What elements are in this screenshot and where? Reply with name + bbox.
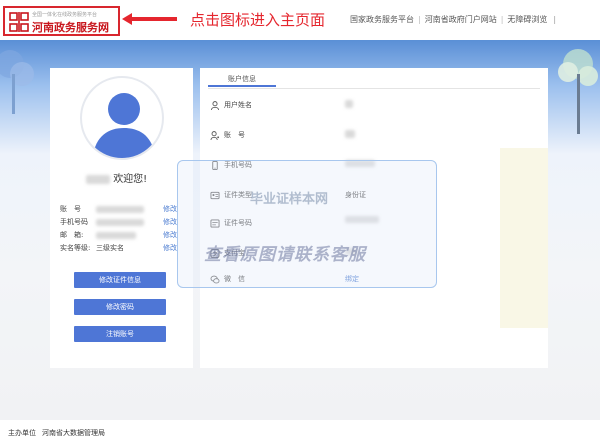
site-logo[interactable]: 全国一体化在线政务服务平台 河南政务服务网 — [3, 6, 120, 36]
info-row-account: 账 号 — [60, 204, 144, 214]
logo-subtitle: 全国一体化在线政务服务平台 — [32, 12, 98, 18]
edit-id-info-button[interactable]: 修改证件信息 — [74, 272, 166, 288]
top-header: 全国一体化在线政务服务平台 河南政务服务网 点击图标进入主页面 国家政务服务平台… — [0, 0, 600, 40]
avatar — [80, 76, 164, 160]
info-row-phone: 手机号码 — [60, 217, 144, 227]
link-henan-portal[interactable]: 河南省政府门户网站 — [425, 15, 497, 24]
watermark-contact-text: 查看原图请联系客服 — [204, 245, 366, 265]
info-label: 手机号码 — [60, 218, 88, 226]
tab-account-info[interactable]: 账户信息 — [208, 73, 276, 87]
panel-shade — [500, 148, 548, 328]
link-national-platform[interactable]: 国家政务服务平台 — [350, 15, 414, 24]
account-value — [345, 130, 355, 138]
info-label: 实名等级: — [60, 244, 91, 252]
profile-card: 欢迎您! 账 号 修改 手机号码 修改 邮 箱: 修改 实名等级: 三级实名 修改… — [50, 68, 193, 368]
info-label: 邮 箱: — [60, 231, 84, 239]
edit-phone-link[interactable]: 修改 — [163, 217, 177, 227]
username-value — [345, 100, 353, 108]
field-label: 账 号 — [224, 131, 245, 139]
logo-title: 河南政务服务网 — [32, 21, 109, 34]
logo-emblem-icon — [9, 12, 29, 32]
link-accessibility[interactable]: 无障碍浏览 — [507, 15, 547, 24]
realname-level-value: 三级实名 — [96, 244, 124, 252]
field-label: 用户姓名 — [224, 101, 252, 109]
footer-sponsor: 主办单位 河南省大数据管理局 — [8, 428, 111, 438]
edit-account-link[interactable]: 修改 — [163, 204, 177, 214]
footer-value: 河南省大数据管理局 — [42, 429, 105, 437]
info-label: 账 号 — [60, 205, 81, 213]
info-row-realname-level: 实名等级: 三级实名 — [60, 243, 124, 253]
welcome-text: 欢迎您! — [113, 174, 148, 185]
user-key-icon — [210, 130, 220, 140]
user-icon — [210, 100, 220, 110]
edit-email-link[interactable]: 修改 — [163, 230, 177, 240]
avatar-person-icon — [92, 93, 156, 158]
watermark-box — [177, 160, 437, 288]
arrow-left-icon — [122, 13, 177, 25]
info-row-email: 邮 箱: — [60, 230, 136, 240]
top-links: 国家政务服务平台 | 河南省政府门户网站 | 无障碍浏览 | — [350, 15, 557, 24]
decorative-tree-left — [0, 50, 34, 114]
tab-divider — [208, 88, 540, 89]
cancel-account-button[interactable]: 注销账号 — [74, 326, 166, 342]
field-account: 账 号 — [210, 130, 245, 140]
field-username: 用户姓名 — [210, 100, 252, 110]
page-footer: 主办单位 河南省大数据管理局 — [0, 420, 600, 443]
change-password-button[interactable]: 修改密码 — [74, 299, 166, 315]
edit-realname-link[interactable]: 修改 — [163, 243, 177, 253]
welcome-row: 欢迎您! — [86, 170, 147, 185]
decorative-tree-right — [558, 49, 598, 134]
footer-label: 主办单位 — [8, 429, 36, 437]
watermark-logo-text: 毕业证样本网 — [250, 192, 329, 207]
annotation-text: 点击图标进入主页面 — [190, 11, 326, 29]
